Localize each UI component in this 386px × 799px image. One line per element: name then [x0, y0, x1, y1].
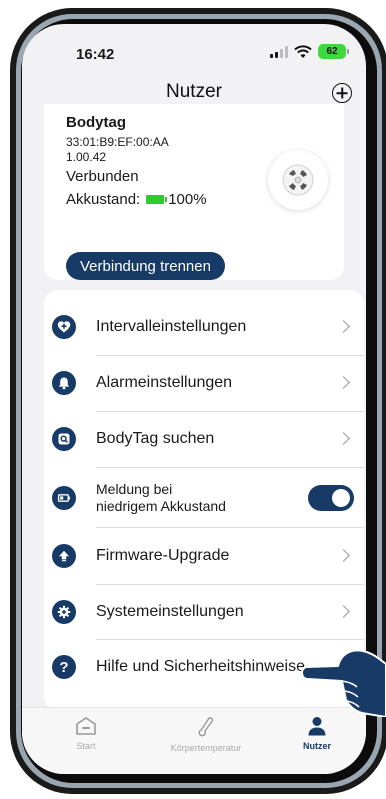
setting-label-line2: niedrigem Akkustand [96, 498, 226, 514]
chevron-right-icon [337, 376, 350, 389]
disconnect-button[interactable]: Verbindung trennen [66, 252, 225, 280]
setting-system[interactable]: Systemeinstellungen [44, 585, 364, 639]
toggle-knob [332, 489, 350, 507]
low-battery-toggle[interactable] [308, 485, 354, 511]
chevron-right-icon [337, 432, 350, 445]
setting-search-tag[interactable]: BodyTag suchen [44, 412, 364, 466]
bell-icon [52, 371, 76, 395]
device-battery: Akkustand: 100% [66, 191, 207, 208]
device-firmware: 1.00.42 [66, 150, 107, 164]
tab-start[interactable]: Start [66, 716, 106, 751]
setting-label: Firmware-Upgrade [96, 547, 230, 564]
device-name: Bodytag [66, 114, 126, 131]
bodytag-sensor-icon [282, 164, 314, 196]
setting-label: Intervalleinstellungen [96, 318, 247, 335]
tab-nutzer[interactable]: Nutzer [292, 716, 342, 751]
page-title: Nutzer [166, 81, 222, 102]
status-icons: 62 [270, 44, 349, 59]
pointing-hand-icon [301, 649, 386, 717]
help-icon: ? [52, 655, 76, 679]
setting-label: Alarmeinstellungen [96, 374, 233, 391]
heart-plus-icon [52, 315, 76, 339]
upload-icon [52, 544, 76, 568]
bodytag-device-image [268, 150, 328, 210]
status-bar: 16:42 62 [22, 24, 366, 80]
device-mac: 33:01:B9:EF:00:AA [66, 135, 169, 149]
tab-bar: Start Körpertemperatur Nutzer [22, 707, 366, 774]
chevron-right-icon [337, 320, 350, 333]
connection-status: Verbunden [66, 168, 139, 185]
setting-label: Systemeinstellungen [96, 603, 244, 620]
battery-label: Akkustand: [66, 191, 141, 208]
tab-koerpertemperatur[interactable]: Körpertemperatur [156, 716, 256, 753]
setting-label: Hilfe und Sicherheitshinweise [96, 658, 305, 675]
signal-icon [270, 45, 288, 58]
setting-label-line1: Meldung bei [96, 481, 173, 497]
home-icon [76, 717, 96, 735]
wifi-icon [294, 44, 312, 58]
thermometer-icon [198, 717, 214, 737]
setting-low-battery: Meldung bei niedrigem Akkustand [44, 469, 364, 527]
battery-icon: 62 [318, 44, 349, 59]
chevron-right-icon [337, 605, 350, 618]
gear-icon [52, 600, 76, 624]
battery-value: 100% [168, 191, 207, 208]
setting-firmware[interactable]: Firmware-Upgrade [44, 529, 364, 583]
search-tag-icon [52, 427, 76, 451]
divider [96, 467, 364, 468]
plus-circle-icon[interactable] [332, 83, 352, 103]
device-card: Bodytag 33:01:B9:EF:00:AA 1.00.42 Verbun… [44, 104, 344, 280]
setting-interval[interactable]: Intervalleinstellungen [44, 300, 364, 354]
status-time: 16:42 [76, 46, 115, 63]
setting-alarm[interactable]: Alarmeinstellungen [44, 356, 364, 410]
tab-label: Start [76, 741, 96, 751]
setting-label: BodyTag suchen [96, 430, 215, 447]
chevron-right-icon [337, 549, 350, 562]
divider [96, 527, 364, 528]
tab-label: Körpertemperatur [170, 743, 242, 753]
battery-icon [52, 486, 76, 510]
battery-full-icon [146, 195, 168, 204]
user-icon [308, 717, 326, 736]
setting-label: Meldung bei niedrigem Akkustand [96, 481, 226, 515]
tab-label: Nutzer [302, 741, 331, 751]
